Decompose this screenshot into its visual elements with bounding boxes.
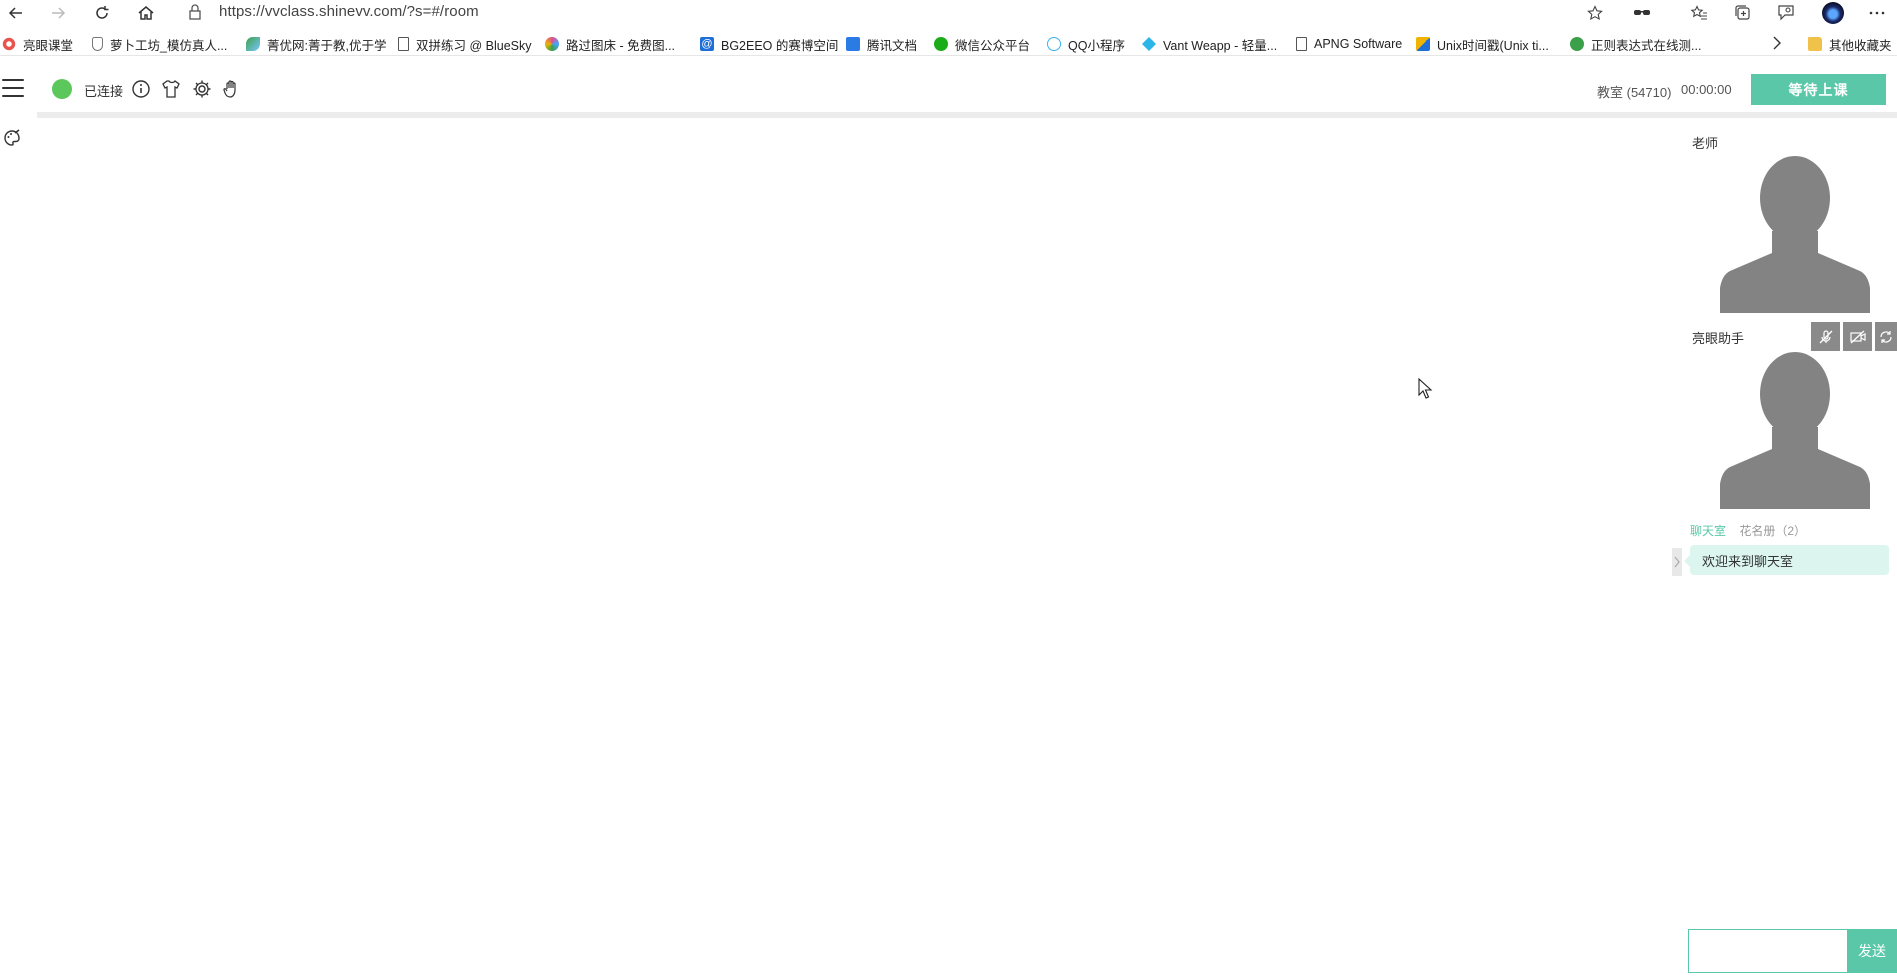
folder-icon (1808, 37, 1822, 51)
wait-for-class-button[interactable]: 等待上课 (1751, 74, 1886, 105)
vant-icon (1142, 37, 1156, 51)
profile-avatar-icon[interactable] (1822, 2, 1844, 24)
browser-address-bar: https://vvclass.shinevv.com/?s=#/room (0, 0, 1897, 26)
chat-tabs: 聊天室 花名册（2） (1690, 522, 1806, 539)
bookmark-item[interactable]: 正则表达式在线测... (1570, 34, 1701, 54)
page-icon (1296, 37, 1307, 51)
page-icon (398, 37, 409, 51)
unix-clock-icon (1416, 37, 1430, 51)
home-icon[interactable] (134, 2, 158, 24)
teacher-label: 老师 (1692, 136, 1719, 151)
extension-glasses-icon[interactable] (1631, 2, 1653, 24)
bookmark-item[interactable]: 萝卜工坊_模仿真人... (92, 34, 227, 54)
mouse-cursor-icon (1418, 378, 1433, 399)
shield-icon (92, 37, 103, 51)
collections-icon[interactable] (1732, 2, 1754, 24)
bookmark-item[interactable]: QQ小程序 (1047, 34, 1125, 54)
gear-icon[interactable] (191, 78, 213, 100)
favorite-star-icon[interactable] (1584, 2, 1606, 24)
bookmark-item[interactable]: 腾讯文档 (846, 34, 917, 54)
regex-icon (1570, 37, 1584, 51)
bookmark-item[interactable]: 菁优网:菁于教,优于学 (246, 34, 386, 54)
tab-roster[interactable]: 花名册（2） (1739, 524, 1806, 538)
room-info: 教室 (54710) (1597, 85, 1672, 100)
camera-off-icon[interactable] (1843, 322, 1872, 351)
bookmark-item[interactable]: Vant Weapp - 轻量... (1142, 34, 1277, 54)
teacher-avatar (1720, 156, 1870, 313)
other-bookmarks-folder[interactable]: 其他收藏夹 (1808, 34, 1892, 54)
eye-logo-icon (2, 37, 16, 51)
at-sign-icon: @ (700, 37, 714, 51)
wechat-icon (934, 37, 948, 51)
chat-message-input[interactable] (1688, 929, 1848, 973)
refresh-icon[interactable] (90, 2, 114, 24)
class-timer: 00:00:00 (1681, 82, 1732, 97)
leaf-icon (246, 37, 260, 51)
feedback-icon[interactable] (1775, 2, 1797, 24)
mic-muted-icon[interactable] (1811, 322, 1840, 351)
back-icon[interactable] (4, 2, 28, 24)
toolbar-divider (37, 112, 1897, 118)
connection-status-label: 已连接 (84, 84, 124, 99)
qq-miniprogram-icon (1047, 37, 1061, 51)
switch-camera-icon[interactable] (1875, 322, 1897, 351)
bookmark-item[interactable]: @ BG2EEO 的赛博空间 (700, 34, 838, 54)
lock-icon[interactable] (187, 3, 203, 26)
chat-collapse-handle[interactable] (1672, 548, 1682, 576)
bookmark-item[interactable]: Unix时间戳(Unix ti... (1416, 34, 1549, 54)
bookmark-item[interactable]: 微信公众平台 (934, 34, 1030, 54)
connection-status-dot (52, 79, 72, 99)
url-field[interactable]: https://vvclass.shinevv.com/?s=#/room (219, 3, 479, 20)
assistant-avatar (1720, 352, 1870, 509)
tencent-docs-icon (846, 37, 860, 51)
chat-welcome-message: 欢迎来到聊天室 (1684, 545, 1889, 575)
info-icon[interactable] (130, 78, 152, 100)
classroom-toolbar: 已连接 教室 (54710) 00:00:00 等待上课 (0, 66, 1897, 112)
bookmark-item[interactable]: 双拼练习 @ BlueSky (398, 34, 532, 54)
bookmarks-bar: 亮眼课堂 萝卜工坊_模仿真人... 菁优网:菁于教,优于学 双拼练习 @ Blu… (0, 32, 1897, 56)
favorites-list-icon[interactable] (1688, 2, 1710, 24)
bookmark-item[interactable]: 亮眼课堂 (2, 34, 73, 54)
shirt-icon[interactable] (160, 78, 182, 100)
bookmark-item[interactable]: APNG Software (1296, 34, 1402, 54)
more-options-icon[interactable] (1866, 2, 1888, 24)
send-button[interactable]: 发送 (1847, 929, 1897, 973)
bookmark-item[interactable]: 路过图床 - 免费图... (545, 34, 675, 54)
assistant-label: 亮眼助手 (1692, 331, 1745, 346)
hamburger-menu-icon[interactable] (2, 79, 24, 99)
tab-chatroom[interactable]: 聊天室 (1690, 524, 1726, 538)
forward-icon[interactable] (46, 2, 70, 24)
chevron-right-icon[interactable] (1772, 35, 1782, 56)
palette-icon[interactable] (3, 129, 23, 149)
flower-icon (545, 37, 559, 51)
hand-raise-icon[interactable] (221, 78, 243, 100)
